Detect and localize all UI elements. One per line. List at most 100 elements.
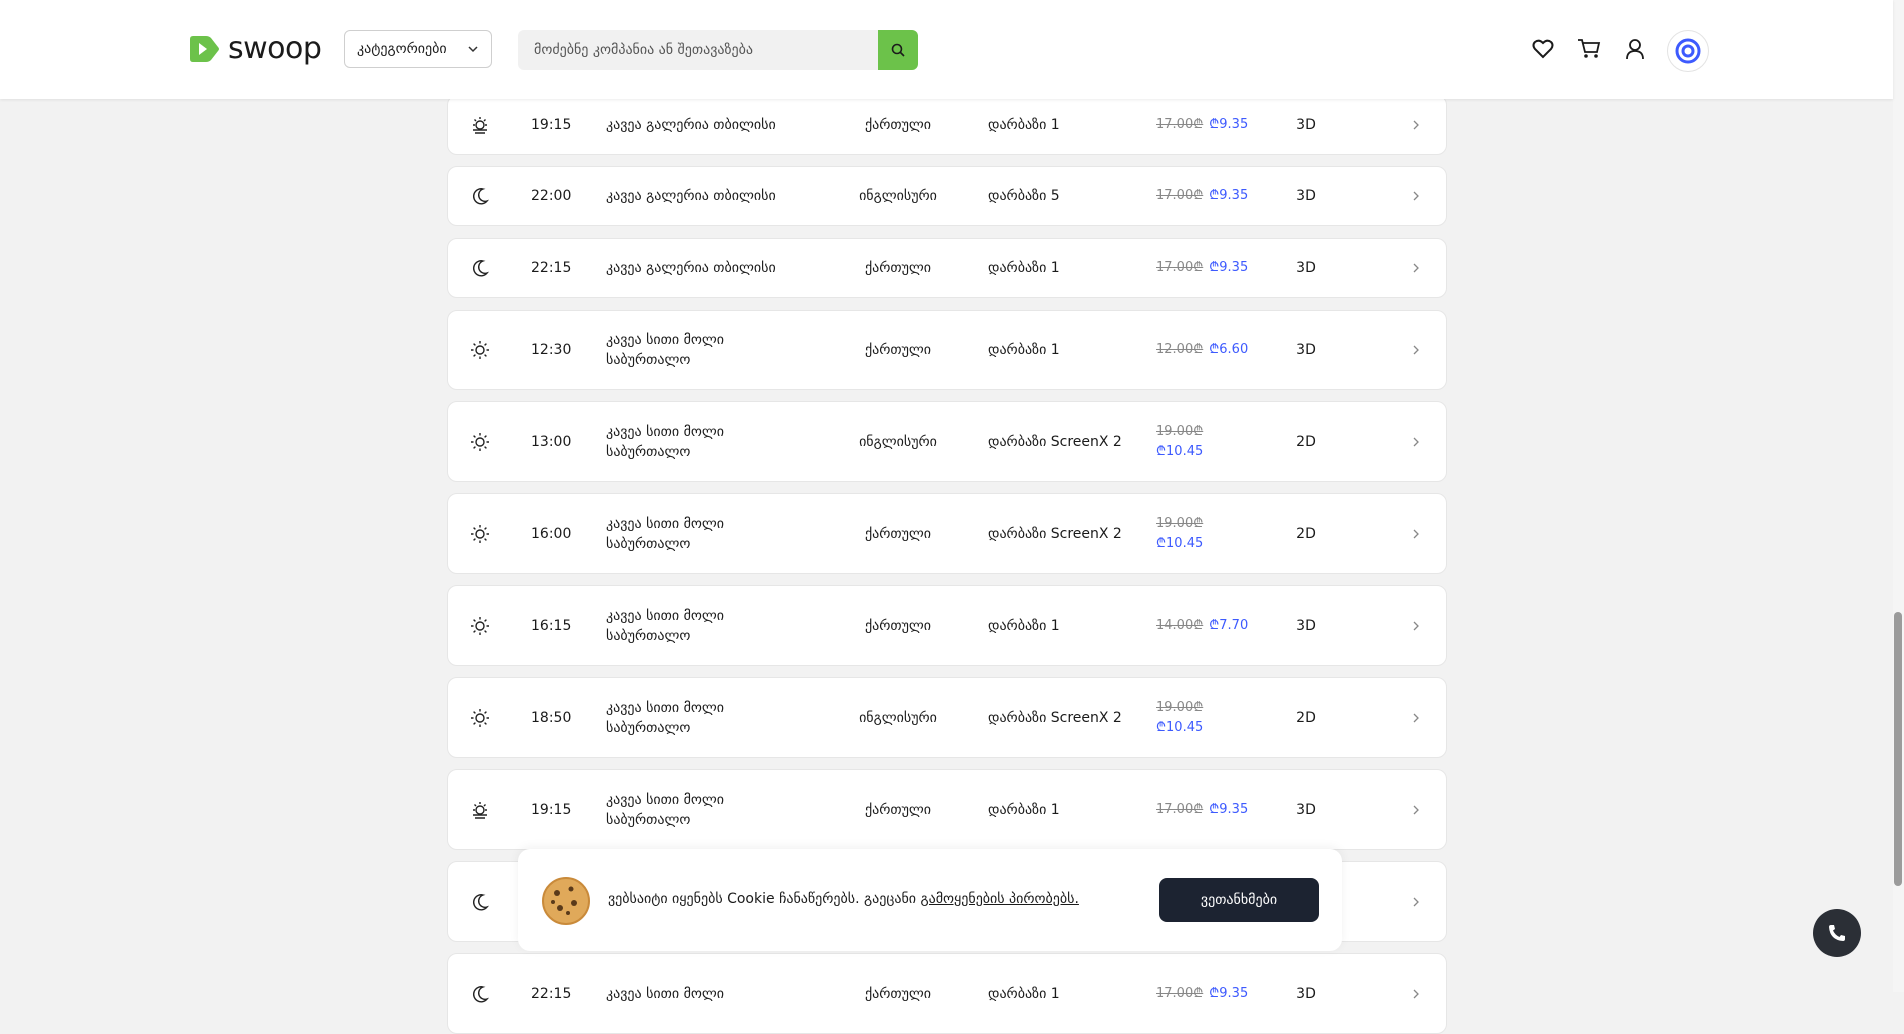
- price: 19.00₾ ₾10.45: [1156, 698, 1261, 738]
- language: ინგლისური: [859, 433, 937, 450]
- showtime-row[interactable]: 22:00 კავეა გალერია თბილისი ინგლისური და…: [447, 166, 1447, 226]
- format: 2D: [1296, 433, 1316, 450]
- language: ქართული: [864, 985, 932, 1002]
- format: 2D: [1296, 709, 1316, 726]
- moon-icon: [473, 985, 490, 1002]
- agree-button[interactable]: ვეთანხმები: [1159, 878, 1319, 922]
- cookie-icon: [542, 877, 590, 925]
- price: 17.00₾ ₾9.35: [1156, 258, 1261, 278]
- showtime-time: 12:30: [531, 342, 572, 358]
- format: 3D: [1296, 188, 1316, 204]
- search-bar: [518, 30, 918, 70]
- discount-price: ₾10.45: [1156, 535, 1204, 551]
- hall-name: დარბაზი 1: [988, 342, 1060, 358]
- chevron-right-icon: [1413, 263, 1419, 273]
- discount-price: ₾10.45: [1156, 443, 1204, 459]
- cinema-name: კავეა სითი მოლი საბურთალო: [606, 423, 725, 460]
- showtime-time: 18:50: [531, 709, 572, 726]
- chevron-right-icon: [1413, 989, 1419, 998]
- language: ქართული: [864, 801, 932, 818]
- brand-circle-icon: [1675, 38, 1701, 64]
- categories-label: კატეგორიები: [357, 41, 447, 57]
- showtime-row[interactable]: 16:15 კავეა სითი მოლი საბურთალო ქართული …: [447, 585, 1447, 666]
- wishlist-button[interactable]: [1530, 36, 1556, 62]
- chevron-right-icon: [1413, 805, 1419, 814]
- swoop-logo[interactable]: swoop: [186, 34, 322, 64]
- showtime-row[interactable]: 16:00 კავეა სითი მოლი საბურთალო ქართული …: [447, 493, 1447, 574]
- search-input[interactable]: [518, 30, 878, 70]
- profile-button[interactable]: [1622, 36, 1648, 62]
- showtime-time: 22:15: [531, 260, 572, 276]
- scrollbar-thumb[interactable]: [1894, 612, 1902, 886]
- hall-name: დარბაზი ScreenX 2: [988, 525, 1122, 542]
- moon-icon: [473, 260, 490, 277]
- cinema-name: კავეა გალერია თბილისი: [606, 188, 776, 204]
- price: 19.00₾ ₾10.45: [1156, 422, 1261, 462]
- showtime-row[interactable]: 19:15 კავეა სითი მოლი საბურთალო ქართული …: [447, 769, 1447, 850]
- old-price: 19.00₾: [1156, 699, 1204, 715]
- sun-icon: [471, 524, 489, 543]
- showtime-time: 16:15: [531, 617, 572, 634]
- user-icon: [1626, 39, 1644, 60]
- language: ქართული: [864, 617, 932, 634]
- cinema-name: კავეა სითი მოლი საბურთალო: [606, 791, 725, 828]
- discount-price: ₾6.60: [1209, 342, 1249, 357]
- language: ინგლისური: [859, 709, 937, 726]
- language: ქართული: [864, 117, 932, 133]
- sun-icon: [471, 432, 489, 451]
- format: 3D: [1296, 260, 1316, 276]
- price: 17.00₾ ₾9.35: [1156, 186, 1261, 206]
- showtime-row[interactable]: 22:15 კავეა გალერია თბილისი ქართული დარბ…: [447, 238, 1447, 298]
- sunset-icon: [473, 801, 487, 819]
- moon-icon: [473, 893, 490, 910]
- categories-dropdown[interactable]: კატეგორიები: [344, 30, 492, 68]
- showtime-row[interactable]: 18:50 კავეა სითი მოლი საბურთალო ინგლისურ…: [447, 677, 1447, 758]
- hall-name: დარბაზი 1: [988, 801, 1060, 818]
- account-avatar[interactable]: [1667, 30, 1709, 72]
- chevron-right-icon: [1413, 621, 1419, 630]
- showtime-row[interactable]: 19:15 კავეა გალერია თბილისი ქართული დარბ…: [447, 95, 1447, 155]
- hall-name: დარბაზი 1: [988, 260, 1060, 276]
- cinema-name: კავეა სითი მოლი საბურთალო: [606, 515, 725, 552]
- showtime-time: 13:00: [531, 433, 572, 450]
- price: 17.00₾ ₾9.35: [1156, 115, 1261, 135]
- cart-icon: [1578, 39, 1601, 58]
- chevron-right-icon: [1413, 191, 1419, 201]
- hall-name: დარბაზი ScreenX 2: [988, 709, 1122, 726]
- hall-name: დარბაზი 1: [988, 985, 1060, 1002]
- old-price: 17.00₾: [1156, 801, 1204, 817]
- old-price: 17.00₾: [1156, 117, 1204, 132]
- search-icon: [891, 43, 905, 57]
- showtime-row[interactable]: 22:15 კავეა სითი მოლი ქართული დარბაზი 1 …: [447, 953, 1447, 1034]
- format: 3D: [1296, 985, 1316, 1002]
- site-header: swoop კატეგორიები: [0, 0, 1893, 99]
- old-price: 12.00₾: [1156, 342, 1204, 357]
- call-support-button[interactable]: [1813, 909, 1861, 957]
- showtime-time: 22:15: [531, 985, 572, 1002]
- sun-icon: [471, 341, 489, 359]
- cart-button[interactable]: [1576, 36, 1602, 62]
- chevron-right-icon: [1413, 529, 1419, 538]
- format: 3D: [1296, 342, 1316, 358]
- discount-price: ₾7.70: [1209, 617, 1249, 633]
- cinema-name: კავეა სითი მოლი: [606, 985, 725, 1002]
- old-price: 14.00₾: [1156, 617, 1204, 633]
- sunset-icon: [473, 117, 487, 134]
- hall-name: დარბაზი 1: [988, 117, 1060, 133]
- old-price: 17.00₾: [1156, 260, 1204, 275]
- showtime-row[interactable]: 12:30 კავეა სითი მოლი საბურთალო ქართული …: [447, 310, 1447, 390]
- cinema-name: კავეა გალერია თბილისი: [606, 260, 776, 276]
- price: 17.00₾ ₾9.35: [1156, 984, 1261, 1004]
- terms-link[interactable]: გამოყენების პირობებს.: [920, 891, 1078, 907]
- header-actions: [1530, 36, 1648, 62]
- showtime-row[interactable]: 13:00 კავეა სითი მოლი საბურთალო ინგლისურ…: [447, 401, 1447, 482]
- cinema-name: კავეა სითი მოლი საბურთალო: [606, 699, 725, 736]
- search-button[interactable]: [878, 30, 918, 70]
- showtime-time: 19:15: [531, 801, 572, 818]
- swoop-logo-icon: [190, 36, 219, 62]
- price: 17.00₾ ₾9.35: [1156, 800, 1261, 820]
- chevron-right-icon: [1413, 437, 1419, 446]
- old-price: 19.00₾: [1156, 423, 1204, 439]
- discount-price: ₾9.35: [1209, 801, 1249, 817]
- cinema-name: კავეა სითი მოლი საბურთალო: [606, 332, 725, 368]
